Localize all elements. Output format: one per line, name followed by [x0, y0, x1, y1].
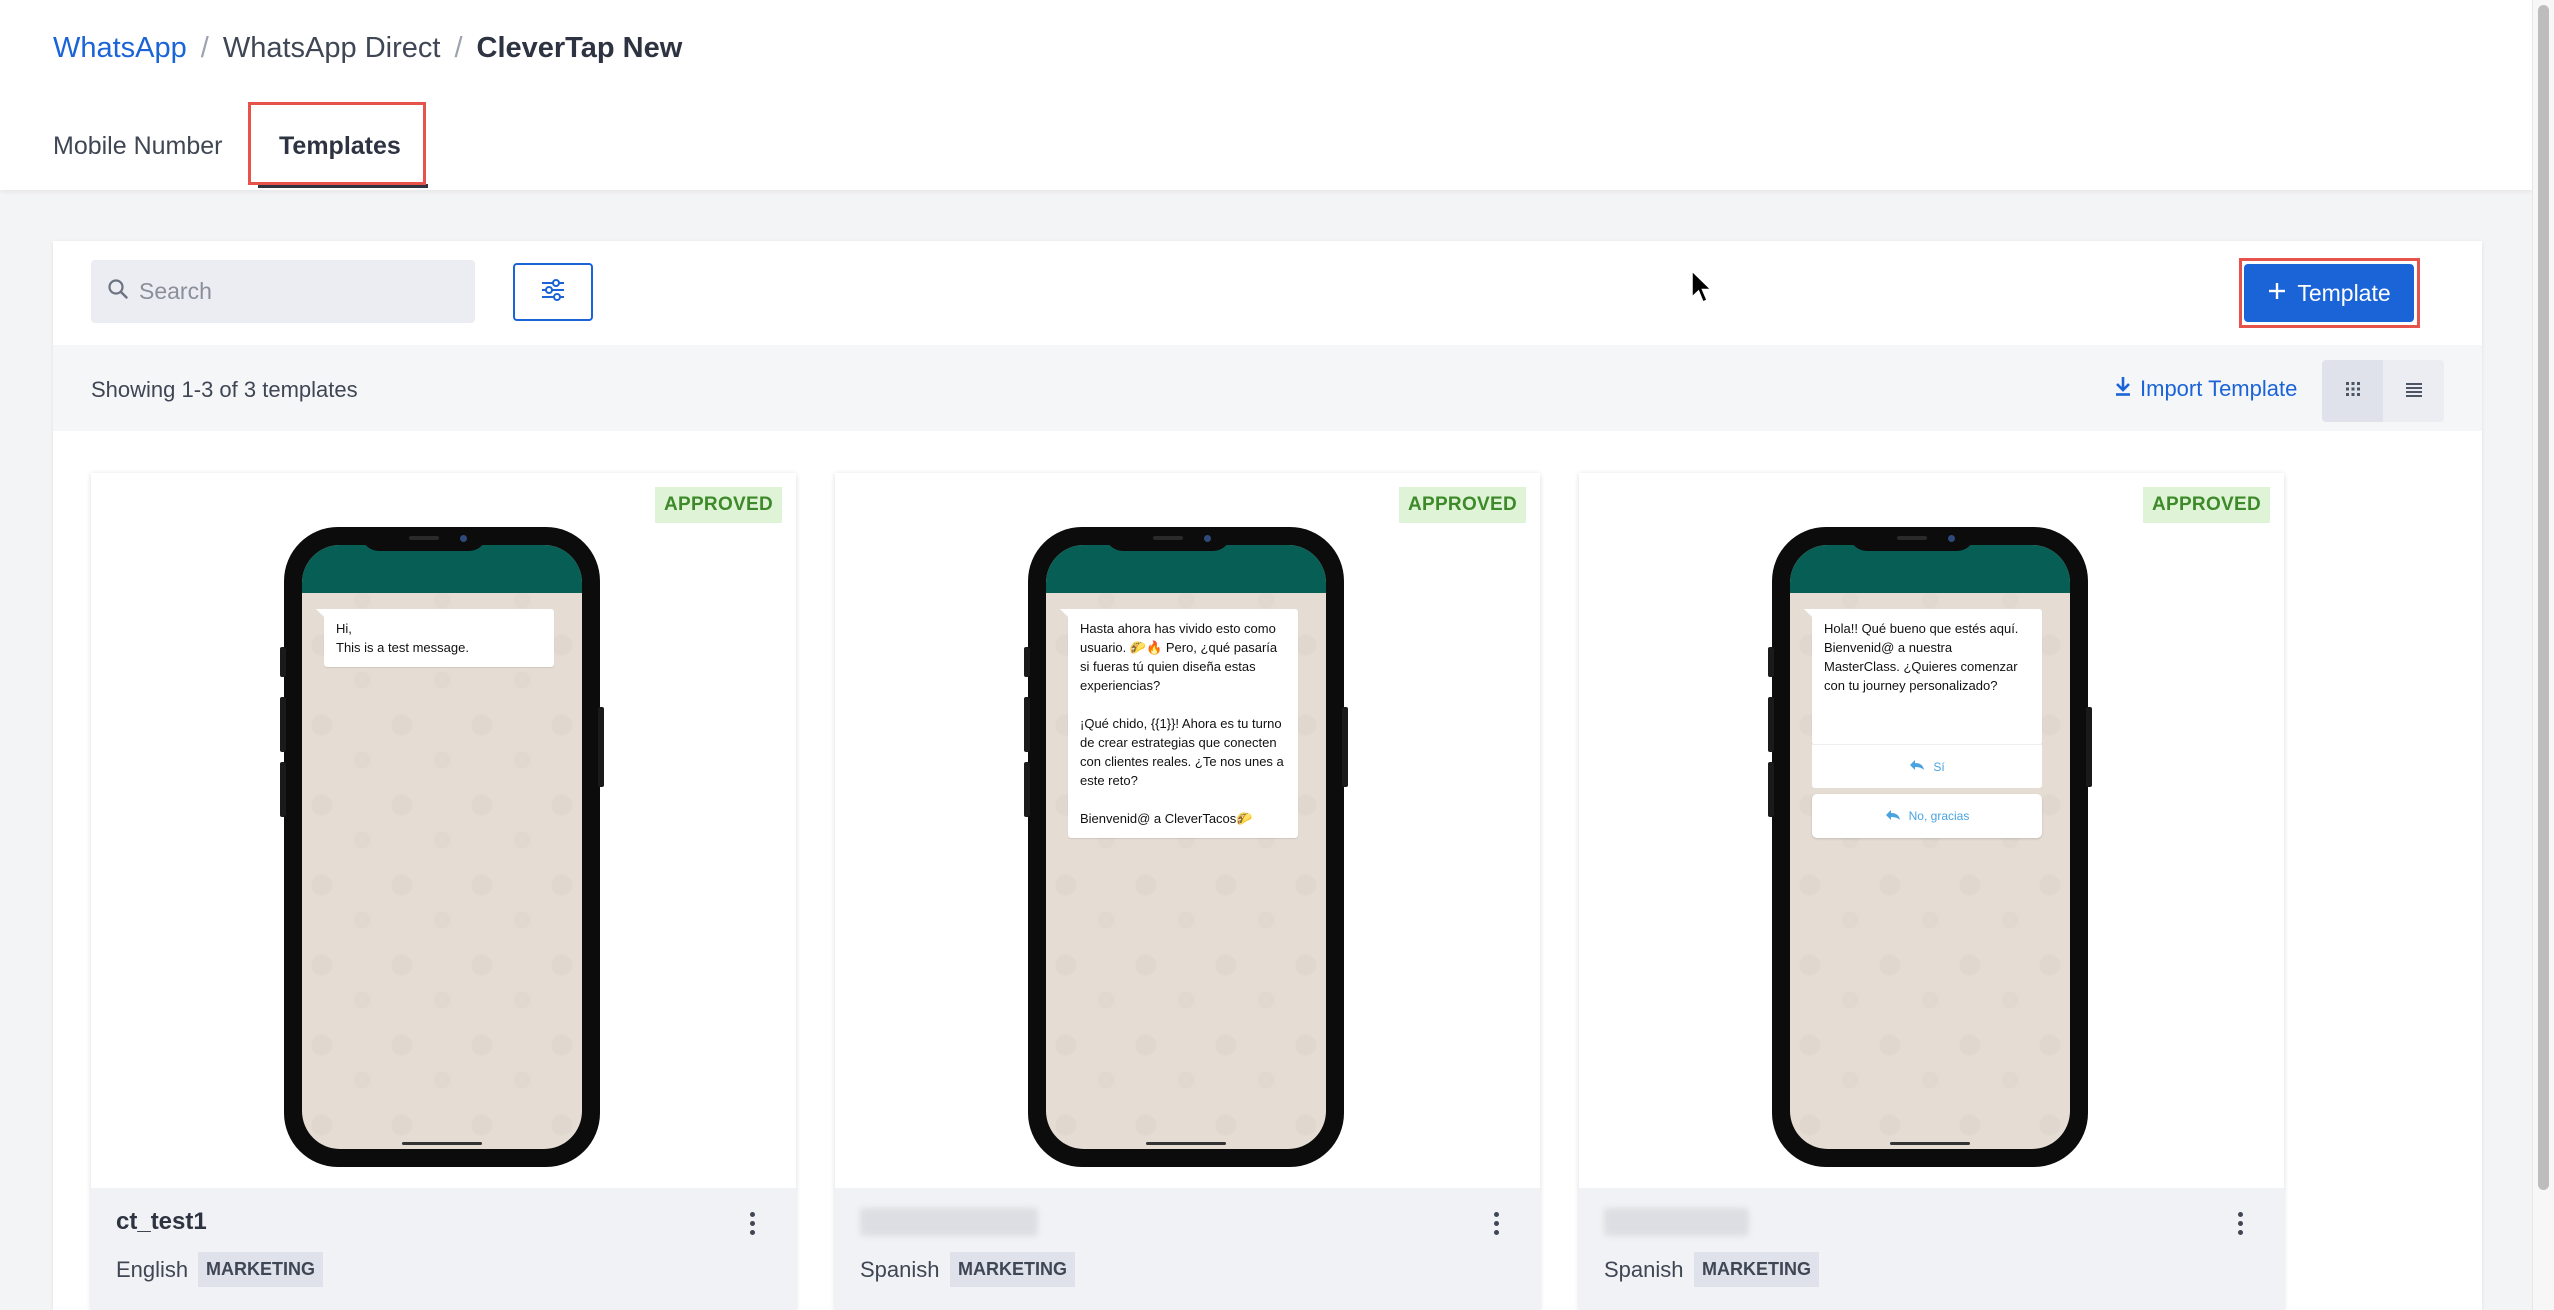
page-header: WhatsApp / WhatsApp Direct / CleverTap N…	[0, 0, 2532, 190]
reply-icon	[1885, 809, 1901, 824]
breadcrumb-separator: /	[454, 32, 463, 64]
card-footer: ct_test1 English MARKETING	[91, 1188, 796, 1310]
template-name: ct_test1	[116, 1208, 207, 1235]
import-template-label: Import Template	[2140, 376, 2298, 401]
template-preview: APPROVED Hi, This is a test message.	[91, 473, 796, 1188]
search-icon	[107, 278, 129, 305]
kebab-icon[interactable]	[1486, 1208, 1506, 1238]
quick-reply-label: No, gracias	[1908, 809, 1970, 823]
status-badge: APPROVED	[654, 487, 782, 523]
results-bar: Showing 1-3 of 3 templates Import Templa…	[53, 345, 2482, 431]
template-name-redacted	[860, 1208, 1038, 1236]
message-text: Hola!! Qué bueno que estés aquí. Bienven…	[1824, 621, 2019, 693]
category-badge: MARKETING	[198, 1252, 323, 1287]
download-icon	[2114, 375, 2132, 403]
card-footer: Spanish MARKETING	[1579, 1188, 2284, 1310]
tab-mobile-number[interactable]: Mobile Number	[53, 132, 223, 161]
template-language: English	[116, 1257, 189, 1282]
results-count: Showing 1-3 of 3 templates	[91, 377, 358, 402]
templates-tab-highlight-box	[248, 102, 426, 185]
template-language: Spanish	[1604, 1257, 1684, 1282]
status-badge: APPROVED	[1398, 487, 1526, 523]
template-name-redacted	[1604, 1208, 1749, 1236]
phone-screen: Hasta ahora has vivido esto como usuario…	[1046, 545, 1326, 1149]
template-language: Spanish	[860, 1257, 940, 1282]
template-card[interactable]: APPROVED Hasta ahora has vivido esto com…	[835, 473, 1540, 1310]
breadcrumb-current: CleverTap New	[476, 32, 683, 64]
kebab-icon[interactable]	[742, 1208, 762, 1238]
card-footer: Spanish MARKETING	[835, 1188, 1540, 1310]
page-scrollbar[interactable]	[2532, 0, 2554, 1310]
quick-reply-button[interactable]: Sí	[1812, 744, 2042, 788]
phone-mockup: Hi, This is a test message.	[280, 527, 604, 1167]
list-view-button[interactable]	[2383, 360, 2444, 422]
phone-mockup: Hasta ahora has vivido esto como usuario…	[1024, 527, 1348, 1167]
reply-icon	[1909, 759, 1925, 774]
add-template-highlight-box	[2239, 258, 2420, 328]
sliders-icon	[540, 278, 566, 307]
quick-reply-button[interactable]: No, gracias	[1812, 794, 2042, 838]
template-preview: APPROVED Hasta ahora has vivido esto com…	[835, 473, 1540, 1188]
whatsapp-header-bar	[1790, 545, 2070, 593]
search-input[interactable]	[139, 278, 439, 305]
status-badge: APPROVED	[2142, 487, 2270, 523]
template-card[interactable]: APPROVED Hi, This is a test message. ct_…	[91, 473, 796, 1310]
whatsapp-header-bar	[1046, 545, 1326, 593]
phone-screen: Hi, This is a test message.	[302, 545, 582, 1149]
category-badge: MARKETING	[950, 1252, 1075, 1287]
view-toggle	[2322, 360, 2444, 422]
message-bubble: Hi, This is a test message.	[324, 609, 554, 667]
list-icon	[2405, 381, 2423, 402]
breadcrumb-separator: /	[200, 32, 209, 64]
quick-reply-label: Sí	[1933, 759, 1945, 774]
template-card[interactable]: APPROVED Hola!! Qué bueno que estés aquí…	[1579, 473, 2284, 1310]
import-template-link[interactable]: Import Template	[2114, 375, 2297, 403]
kebab-icon[interactable]	[2230, 1208, 2250, 1238]
grid-view-button[interactable]	[2322, 360, 2383, 422]
whatsapp-header-bar	[302, 545, 582, 593]
message-bubble: Hasta ahora has vivido esto como usuario…	[1068, 609, 1298, 838]
scrollbar-thumb[interactable]	[2538, 5, 2549, 1190]
phone-screen: Hola!! Qué bueno que estés aquí. Bienven…	[1790, 545, 2070, 1149]
breadcrumb: WhatsApp / WhatsApp Direct / CleverTap N…	[53, 32, 682, 65]
message-bubble: Hola!! Qué bueno que estés aquí. Bienven…	[1812, 609, 2042, 745]
grid-icon	[2345, 381, 2361, 402]
template-preview: APPROVED Hola!! Qué bueno que estés aquí…	[1579, 473, 2284, 1188]
search-box[interactable]	[91, 260, 475, 323]
category-badge: MARKETING	[1694, 1252, 1819, 1287]
templates-panel: Template Showing 1-3 of 3 templates Impo…	[53, 241, 2482, 1310]
breadcrumb-whatsapp-direct[interactable]: WhatsApp Direct	[223, 32, 441, 65]
filter-button[interactable]	[513, 263, 593, 321]
breadcrumb-whatsapp-link[interactable]: WhatsApp	[53, 32, 187, 65]
phone-mockup: Hola!! Qué bueno que estés aquí. Bienven…	[1768, 527, 2092, 1167]
